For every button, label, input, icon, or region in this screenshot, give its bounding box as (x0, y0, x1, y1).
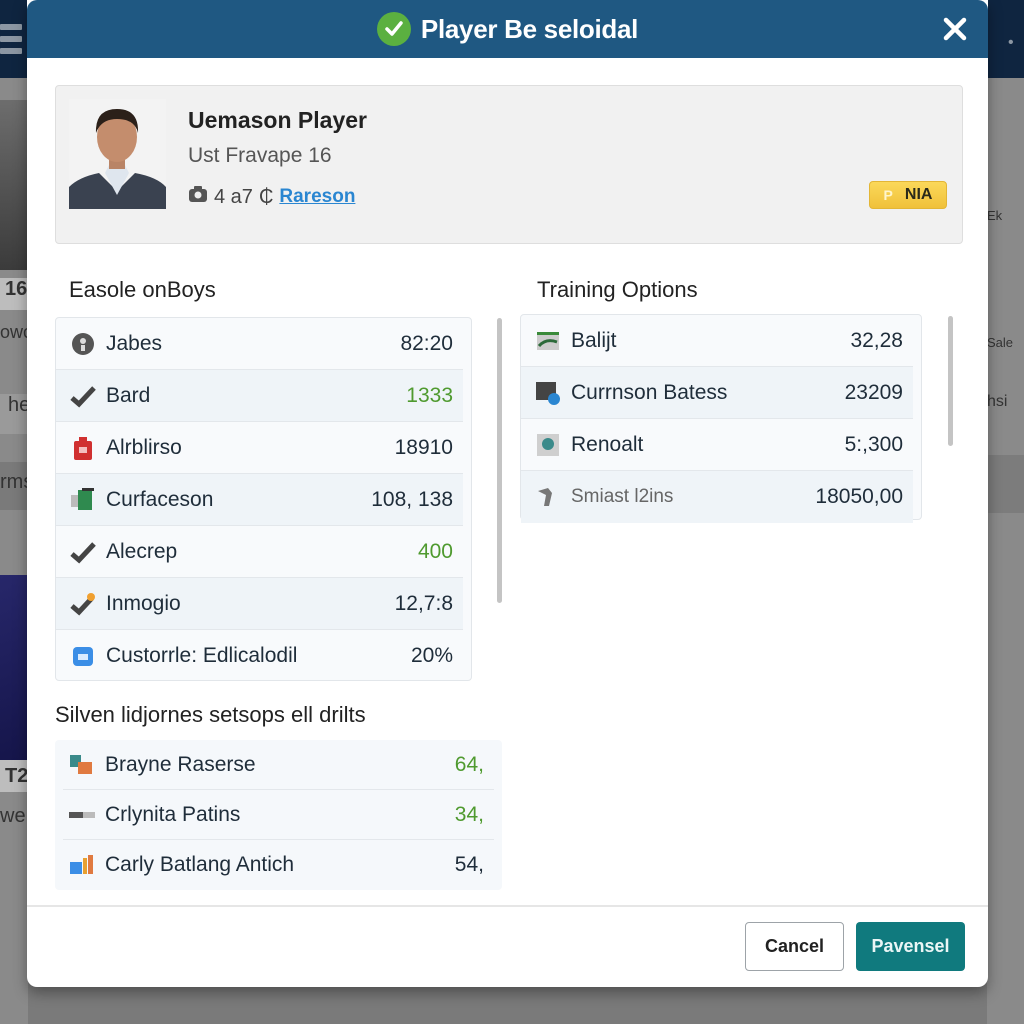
background-photo (0, 100, 28, 270)
bottom-list: Brayne Raserse 64, Crlynita Patins 34, C… (55, 740, 502, 890)
list-item-label: Balijt (571, 328, 617, 352)
right-list: Balijt 32,28 Currnson Batess 23209 Renoa… (520, 314, 922, 523)
player-meta-count: 4 a7 (214, 185, 253, 208)
list-item[interactable]: Balijt 32,28 (521, 315, 913, 367)
background-cell: 16 (0, 278, 28, 310)
currency-icon: ₵ (258, 185, 274, 208)
background-cell: Ek (987, 208, 1003, 223)
footer-divider (27, 905, 988, 907)
success-check-icon (376, 12, 411, 46)
list-item-label: Jabes (106, 331, 163, 355)
monitor-icon (535, 380, 561, 406)
bar-icon (69, 802, 95, 828)
background-cell: T2 (0, 760, 28, 792)
background-cell: hsi (987, 393, 1008, 410)
tiles-icon (69, 752, 95, 778)
check-star-icon (70, 591, 96, 617)
list-item[interactable]: Renoalt 5:,300 (521, 419, 913, 471)
primary-button[interactable]: Pavensel (856, 922, 965, 971)
list-item[interactable]: Alrblirso 18910 (56, 422, 463, 474)
background-cell: rms (0, 462, 28, 510)
close-icon[interactable] (940, 14, 970, 44)
player-name: Uemason Player (188, 107, 367, 133)
tool-icon (535, 484, 561, 510)
list-item-label: Inmogio (106, 591, 181, 615)
dialog-header: Player Be seloidal (27, 0, 988, 58)
list-item-label: Currnson Batess (571, 380, 728, 404)
player-dialog: Player Be seloidal Uemason Player Ust Fr… (27, 0, 988, 987)
list-item-value: 54, (454, 853, 484, 876)
list-item-value: 400 (417, 539, 453, 563)
list-item-value: 64, (454, 752, 484, 776)
player-card: Uemason Player Ust Fravape 16 4 a7 ₵ Rar… (55, 85, 963, 244)
right-scrollbar[interactable] (948, 316, 953, 446)
avatar (69, 99, 166, 209)
list-item[interactable]: Curfaceson 108, 138 (56, 474, 463, 526)
id-card-icon (70, 643, 96, 669)
status-badge: P NIA (869, 181, 947, 209)
background-cell: he (0, 394, 28, 434)
left-section-title: Easole onBoys (69, 277, 216, 302)
search-image-icon (535, 432, 561, 458)
check-icon (70, 539, 96, 565)
list-item-label: Custorrle: Edlicalodil (106, 644, 298, 667)
background-cell: we (0, 805, 26, 827)
list-item-value: 32,28 (850, 328, 903, 352)
list-item-value: 5:,300 (844, 432, 903, 456)
list-item-value: 23209 (844, 380, 903, 404)
background-row (987, 455, 1024, 513)
badge-label: NIA (904, 186, 933, 203)
list-item-label: Alecrep (106, 539, 178, 563)
list-item[interactable]: Alecrep 400 (56, 526, 463, 578)
dialog-title: Player Be seloidal (420, 13, 639, 44)
list-item[interactable]: Bard 1333 (56, 370, 463, 422)
left-list: Jabes 82:20 Bard 1333 Alrblirso 18910 Cu… (55, 317, 472, 681)
list-item[interactable]: Jabes 82:20 (56, 318, 463, 370)
player-meta-link[interactable]: Rareson (279, 186, 355, 208)
list-item[interactable]: Carly Batlang Antich 54, (63, 840, 494, 890)
player-meta: 4 a7 ₵ Rareson (188, 184, 355, 210)
background-cell: Sale (987, 335, 1014, 350)
left-scrollbar[interactable] (497, 318, 502, 603)
list-item-value: 18910 (394, 435, 453, 459)
list-item[interactable]: Crlynita Patins 34, (63, 790, 494, 840)
list-item-label: Smiast l2ins (571, 486, 674, 507)
bag-icon (70, 435, 96, 461)
list-item[interactable]: Smiast l2ins 18050,00 (521, 471, 913, 523)
card-icon (70, 487, 96, 513)
list-item-label: Renoalt (571, 432, 644, 456)
more-icon[interactable]: • (1008, 34, 1022, 51)
list-item-value: 12,7:8 (394, 591, 453, 615)
camera-icon (188, 184, 208, 210)
bottom-section-title: Silven lidjornes setsops ell drilts (55, 702, 366, 727)
background-photo (0, 575, 28, 760)
player-subtitle: Ust Fravape 16 (188, 144, 332, 167)
background-cell: owc (0, 322, 28, 342)
list-item[interactable]: Inmogio 12,7:8 (56, 578, 463, 630)
list-item-value: 1333 (406, 383, 453, 407)
list-item-label: Crlynita Patins (105, 802, 241, 826)
list-item[interactable]: Currnson Batess 23209 (521, 367, 913, 419)
info-circle-icon (70, 331, 96, 357)
list-item[interactable]: Brayne Raserse 64, (63, 740, 494, 790)
image-icon (535, 328, 561, 354)
list-item-value: 34, (454, 802, 484, 826)
check-icon (70, 383, 96, 409)
list-item-label: Alrblirso (106, 435, 182, 459)
list-item-label: Bard (106, 383, 151, 407)
chart-icon (69, 852, 95, 878)
list-item-label: Carly Batlang Antich (105, 853, 295, 876)
list-item-value: 18050,00 (815, 485, 903, 508)
list-item-label: Brayne Raserse (105, 752, 256, 776)
list-item-value: 108, 138 (371, 487, 453, 511)
list-item[interactable]: Custorrle: Edlicalodil 20% (56, 630, 463, 682)
list-item-value: 82:20 (400, 331, 453, 355)
list-item-value: 20% (410, 644, 453, 667)
cancel-button[interactable]: Cancel (745, 922, 844, 971)
badge-icon: P (883, 187, 893, 203)
list-item-label: Curfaceson (106, 487, 214, 511)
right-section-title: Training Options (537, 277, 698, 302)
menu-icon[interactable] (0, 24, 22, 54)
